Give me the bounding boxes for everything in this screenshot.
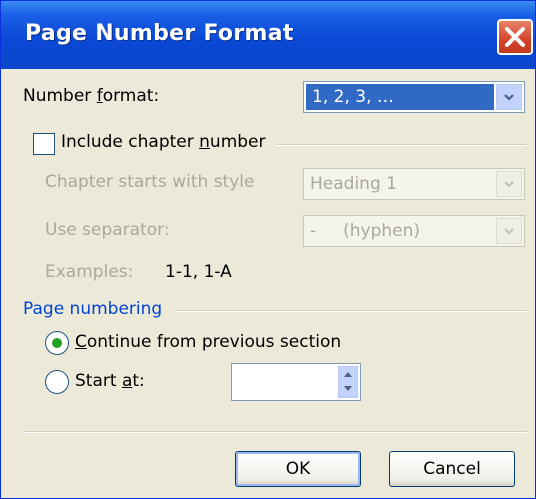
radio-selected-dot: [52, 338, 62, 348]
chevron-down-icon: [504, 181, 514, 188]
spinner-buttons[interactable]: [338, 366, 358, 398]
page-numbering-divider: [175, 310, 527, 312]
separator-select[interactable]: - (hyphen): [303, 215, 525, 247]
examples-label: Examples:: [45, 262, 134, 282]
use-separator-label: Use separator:: [45, 220, 170, 240]
number-format-dropdown-button[interactable]: [496, 84, 522, 110]
dialog-body: Number format: 1, 2, 3, … Include chapte…: [1, 69, 535, 498]
include-chapter-number-checkbox[interactable]: [33, 133, 55, 155]
number-format-value: 1, 2, 3, …: [312, 87, 394, 107]
chevron-down-icon: [504, 94, 514, 101]
spinner-down-icon[interactable]: [339, 382, 357, 397]
number-format-select[interactable]: 1, 2, 3, …: [303, 81, 525, 113]
separator-value: - (hyphen): [310, 221, 421, 241]
chapter-style-select[interactable]: Heading 1: [303, 168, 525, 200]
chapter-style-value: Heading 1: [310, 174, 397, 194]
include-chapter-number-label[interactable]: Include chapter number: [61, 132, 266, 152]
ok-button[interactable]: OK: [235, 451, 361, 487]
continue-from-previous-radio[interactable]: [45, 331, 69, 355]
chapter-style-dropdown-button[interactable]: [496, 171, 522, 197]
close-icon: [505, 27, 525, 47]
number-format-label: Number format:: [23, 86, 160, 106]
start-at-label[interactable]: Start at:: [75, 371, 145, 391]
continue-from-previous-label[interactable]: Continue from previous section: [75, 332, 341, 352]
dialog-title: Page Number Format: [25, 21, 294, 46]
chapter-group-divider: [277, 144, 527, 146]
page-numbering-section-title: Page numbering: [23, 299, 163, 319]
examples-value: 1-1, 1-A: [165, 262, 232, 282]
chapter-starts-label: Chapter starts with style: [45, 172, 255, 192]
start-at-radio[interactable]: [45, 370, 69, 394]
page-number-format-dialog: Page Number Format Number format: 1, 2, …: [0, 0, 536, 499]
bottom-divider: [23, 431, 527, 433]
cancel-button[interactable]: Cancel: [389, 451, 515, 487]
title-bar[interactable]: Page Number Format: [1, 1, 535, 69]
spinner-up-icon[interactable]: [339, 367, 357, 382]
chevron-down-icon: [504, 228, 514, 235]
separator-dropdown-button[interactable]: [496, 218, 522, 244]
start-at-spinner[interactable]: [231, 363, 361, 401]
close-button[interactable]: [497, 19, 533, 55]
